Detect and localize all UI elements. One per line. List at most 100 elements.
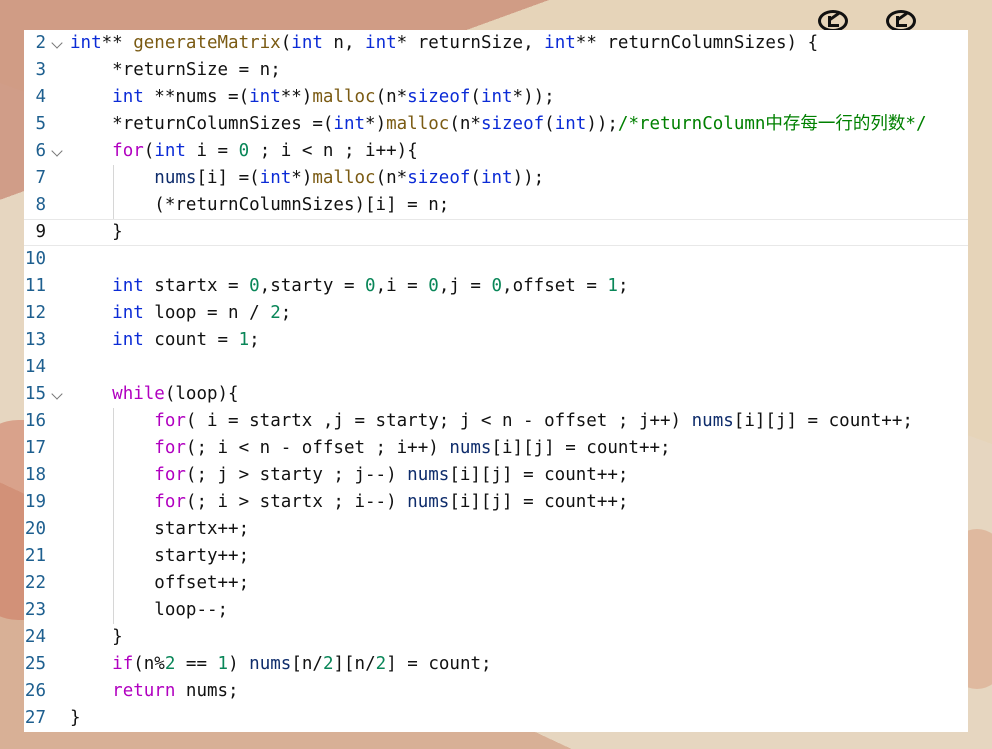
code-token: n, [322,33,366,53]
code-token: if [112,654,134,674]
code-line[interactable]: 25 if(n%2 == 1) nums[n/2][n/2] = count; [24,651,968,678]
code-line[interactable]: 8 (*returnColumnSizes)[i] = n; [24,192,968,219]
code-text: while(loop){ [70,381,239,408]
code-line[interactable]: 13 int count = 1; [24,327,968,354]
code-token: nums [407,492,450,512]
code-line[interactable]: 23 loop--; [24,597,968,624]
code-line[interactable]: 10 [24,246,968,273]
code-text: int** generateMatrix(int n, int* returnS… [70,30,818,57]
code-token: } [112,222,123,242]
code-line[interactable]: 18 for(; j > starty ; j--) nums[i][j] = … [24,462,968,489]
code-token: int [70,33,102,53]
code-token: (; i > startx ; i--) [185,492,408,512]
code-token: int [112,303,144,323]
code-line[interactable]: 20 startx++; [24,516,968,543]
code-token: int [333,114,366,134]
code-token: 0 [428,276,439,296]
code-token: [i][j] = count++; [491,438,671,458]
line-number: 10 [24,249,46,269]
code-line[interactable]: 14 [24,354,968,381]
code-line[interactable]: 15 while(loop){ [24,381,968,408]
code-token: **nums =( [143,87,250,107]
arrow-back-circle-icon[interactable] [886,10,916,32]
code-text: offset++; [70,570,249,597]
code-text: return nums; [70,678,239,705]
line-number: 21 [24,546,46,566]
code-token: 1 [217,654,229,674]
code-token: int [480,87,513,107]
code-token: int [112,330,144,350]
code-token: nums [154,168,197,188]
code-line[interactable]: 3 *returnSize = n; [24,57,968,84]
code-line[interactable]: 17 for(; i < n - offset ; i++) nums[i][j… [24,435,968,462]
code-token: [i][j] = count++; [449,465,629,485]
code-text: int startx = 0,starty = 0,i = 0,j = 0,of… [70,273,629,300]
code-token: sizeof [480,114,545,134]
code-token: offset++; [154,573,250,593]
code-token: nums [691,411,734,431]
code-text: } [70,705,81,732]
code-token: [i][j] = count++; [733,411,913,431]
code-line[interactable]: 12 int loop = n / 2; [24,300,968,327]
code-token: i = [185,141,239,161]
code-token: (n* [449,114,481,134]
code-line[interactable]: 9 } [24,219,968,246]
line-number: 3 [35,60,46,80]
code-line[interactable]: 16 for( i = startx ,j = starty; j < n - … [24,408,968,435]
line-number: 15 [24,384,46,404]
code-token: ( [143,141,155,161]
code-line[interactable]: 21 starty++; [24,543,968,570]
code-editor[interactable]: 2 int** generateMatrix(int n, int* return… [24,30,968,732]
arrow-back-circle-icon[interactable] [818,10,848,32]
code-line[interactable]: 7 nums[i] =(int*)malloc(n*sizeof(int)); [24,165,968,192]
code-token: *) [365,114,387,134]
code-text: for(; i > startx ; i--) nums[i][j] = cou… [70,489,628,516]
code-line[interactable]: 2 int** generateMatrix(int n, int* return… [24,30,968,57]
code-token: nums [249,654,292,674]
code-text: } [70,219,123,246]
code-token: 2 [270,303,281,323]
code-token: (loop){ [164,384,239,404]
code-line[interactable]: 24 } [24,624,968,651]
code-token: ] = count; [386,654,492,674]
line-number: 14 [24,357,46,377]
line-number: 2 [35,33,46,53]
code-line[interactable]: 27} [24,705,968,732]
line-number: 17 [24,438,46,458]
line-number: 6 [35,141,46,161]
code-token: ( i = startx ,j = starty; j < n - offset… [185,411,692,431]
line-number: 25 [24,654,46,674]
line-number: 19 [24,492,46,512]
code-token: malloc [312,87,376,107]
code-token: nums; [175,681,239,701]
code-token: int [480,168,513,188]
code-line[interactable]: 6 for(int i = 0 ; i < n ; i++){ [24,138,968,165]
code-token: 1 [607,276,618,296]
code-token: 2 [322,654,334,674]
code-text: int **nums =(int**)malloc(n*sizeof(int*)… [70,84,555,111]
code-line[interactable]: 5 *returnColumnSizes =(int*)malloc(n*siz… [24,111,968,138]
code-token: for [154,411,186,431]
code-token: nums [407,465,450,485]
code-token: ( [544,114,555,134]
code-token: int [291,33,323,53]
code-line[interactable]: 22 offset++; [24,570,968,597]
code-line[interactable]: 11 int startx = 0,starty = 0,i = 0,j = 0… [24,273,968,300]
code-token: return [112,681,176,701]
code-token: ; [617,276,629,296]
code-token: int [544,33,576,53]
line-number: 8 [35,195,46,215]
code-token: ) [228,654,250,674]
code-token: while [112,384,165,404]
code-token: int [112,87,144,107]
code-line[interactable]: 26 return nums; [24,678,968,705]
line-number: 13 [24,330,46,350]
code-line[interactable]: 19 for(; i > startx ; i--) nums[i][j] = … [24,489,968,516]
code-token: int [112,276,144,296]
code-token: } [112,627,123,647]
code-token: (n% [133,654,165,674]
code-line[interactable]: 4 int **nums =(int**)malloc(n*sizeof(int… [24,84,968,111]
code-token: } [70,708,81,728]
code-token: * returnSize, [396,33,545,53]
code-token: == [175,654,218,674]
